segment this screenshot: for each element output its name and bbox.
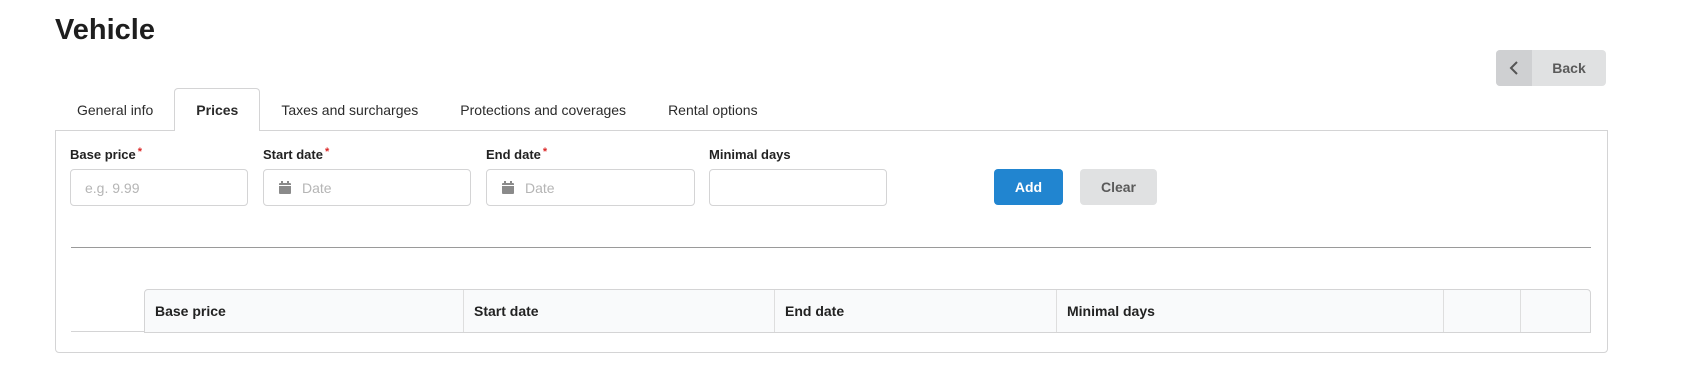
end-date-label: End date * — [486, 146, 548, 162]
tab-general-info[interactable]: General info — [56, 89, 174, 131]
calendar-icon — [279, 181, 291, 194]
end-date-field[interactable] — [486, 169, 695, 206]
minimal-days-input[interactable] — [710, 179, 886, 196]
start-date-field[interactable] — [263, 169, 471, 206]
add-button[interactable]: Add — [994, 169, 1063, 205]
base-price-field[interactable] — [70, 169, 248, 206]
tab-prices[interactable]: Prices — [174, 88, 261, 131]
column-header-base-price[interactable]: Base price — [145, 290, 464, 332]
tab-rental-options[interactable]: Rental options — [647, 89, 779, 131]
required-mark: * — [324, 146, 330, 158]
chevron-left-icon — [1496, 50, 1532, 86]
tab-taxes-and-surcharges[interactable]: Taxes and surcharges — [260, 89, 439, 131]
column-header-end-date[interactable]: End date — [775, 290, 1057, 332]
calendar-icon — [502, 181, 514, 194]
tab-bar: General info Prices Taxes and surcharges… — [56, 88, 779, 131]
clear-button[interactable]: Clear — [1080, 169, 1157, 205]
start-date-input[interactable] — [292, 179, 470, 196]
minimal-days-field[interactable] — [709, 169, 887, 206]
minimal-days-label: Minimal days — [709, 147, 791, 162]
back-button[interactable]: Back — [1496, 50, 1606, 86]
base-price-input[interactable] — [71, 179, 247, 196]
page-title: Vehicle — [55, 14, 155, 46]
column-header-actions-2 — [1521, 290, 1590, 332]
prices-panel: Base price* Start date* End date* Minima… — [55, 130, 1608, 353]
required-mark: * — [542, 146, 548, 158]
column-header-start-date[interactable]: Start date — [464, 290, 775, 332]
end-date-input[interactable] — [515, 179, 694, 196]
column-header-actions-1 — [1444, 290, 1521, 332]
tab-protections-and-coverages[interactable]: Protections and coverages — [439, 89, 647, 131]
start-date-label: Start date * — [263, 146, 330, 162]
required-mark: * — [137, 146, 143, 158]
prices-table-header: Base price Start date End date Minimal d… — [144, 289, 1591, 333]
column-header-minimal-days[interactable]: Minimal days — [1057, 290, 1444, 332]
base-price-label: Base price * — [70, 146, 143, 162]
divider — [71, 247, 1591, 248]
back-button-label: Back — [1552, 60, 1586, 76]
